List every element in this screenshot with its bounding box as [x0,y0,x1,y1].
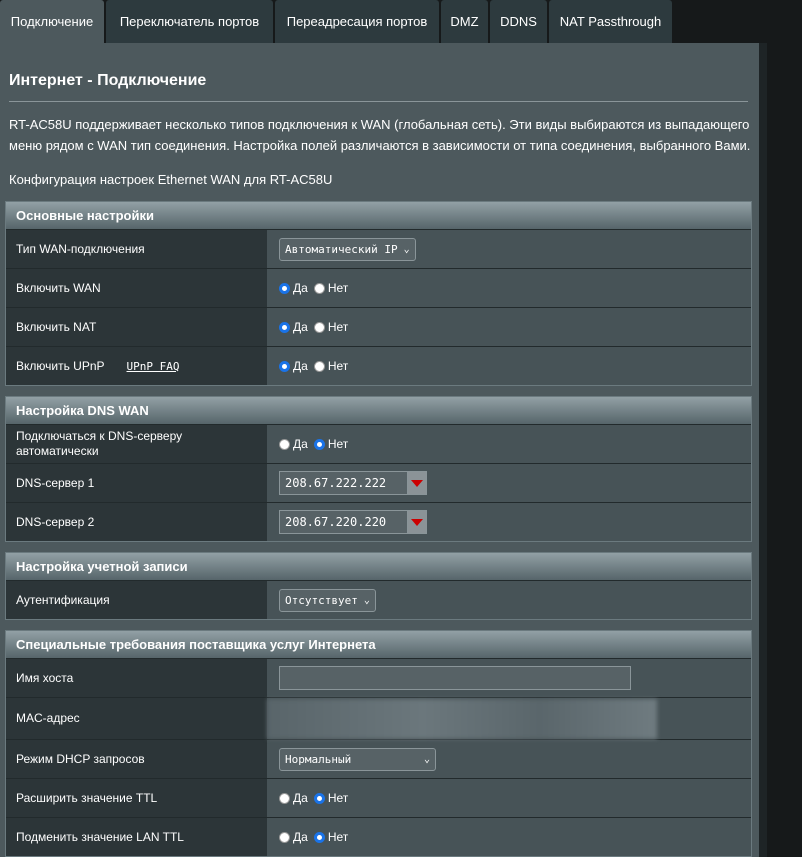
dns2-row: DNS-сервер 2 208.67.220.220 [6,502,751,541]
dns-auto-row: Подключаться к DNS-серверу автоматически… [6,424,751,463]
tab-port-switch[interactable]: Переключатель портов [106,0,273,43]
enable-nat-no[interactable]: Нет [313,320,348,334]
auth-value: Отсутствует [285,593,358,607]
dns-auto-no[interactable]: Нет [313,437,348,451]
dhcp-select[interactable]: Нормальный ⌄ [279,747,436,771]
dns-auto-yes[interactable]: Да [279,437,308,451]
dns-auto-label: Подключаться к DNS-серверу автоматически [6,425,267,463]
section-header: Основные настройки [6,202,751,229]
dns1-dropdown-button[interactable] [407,471,427,495]
ttl-yes[interactable]: Да [279,791,308,805]
wan-type-value: Автоматический IP [285,242,398,256]
auth-select[interactable]: Отсутствует ⌄ [279,588,376,612]
config-note: Конфигурация настроек Ethernet WAN для R… [9,172,333,187]
scroll-gutter [759,43,767,857]
dns1-label: DNS-сервер 1 [6,464,267,502]
lan-ttl-no[interactable]: Нет [313,830,348,844]
tab-port-forwarding[interactable]: Переадресация портов [275,0,439,43]
triangle-down-icon [411,518,423,526]
lan-ttl-label: Подменить значение LAN TTL [6,818,267,856]
section-header: Настройка учетной записи [6,553,751,580]
account-settings-section: Настройка учетной записи Аутентификация … [5,552,752,620]
dhcp-value: Нормальный [285,752,352,766]
enable-upnp-row: Включить UPnP UPnP FAQ Да Нет [6,346,751,385]
chevron-down-icon: ⌄ [423,753,430,765]
page-title: Интернет - Подключение [9,72,207,89]
dhcp-label: Режим DHCP запросов [6,740,267,778]
tab-dmz[interactable]: DMZ [441,0,488,43]
dns2-combo: 208.67.220.220 [279,510,427,534]
mac-label: MAC-адрес [6,698,267,739]
upnp-faq-link[interactable]: UPnP FAQ [127,359,180,374]
mac-address-blurred [267,698,657,739]
lan-ttl-row: Подменить значение LAN TTL Да Нет [6,817,751,856]
dns2-label: DNS-сервер 2 [6,503,267,541]
dns2-dropdown-button[interactable] [407,510,427,534]
tab-ddns[interactable]: DDNS [490,0,547,43]
hostname-row: Имя хоста [6,658,751,697]
enable-upnp-yes[interactable]: Да [279,359,308,373]
mac-row: MAC-адрес [6,697,751,739]
chevron-down-icon: ⌄ [363,594,370,606]
wan-type-select[interactable]: Автоматический IP ⌄ [279,237,416,261]
lan-ttl-yes[interactable]: Да [279,830,308,844]
enable-upnp-label: Включить UPnP UPnP FAQ [6,347,267,385]
enable-nat-yes[interactable]: Да [279,320,308,334]
wan-type-row: Тип WAN-подключения Автоматический IP ⌄ [6,229,751,268]
ttl-row: Расширить значение TTL Да Нет [6,778,751,817]
enable-wan-label: Включить WAN [6,269,267,307]
wan-type-label: Тип WAN-подключения [6,230,267,268]
hostname-label: Имя хоста [6,659,267,697]
isp-requirements-section: Специальные требования поставщика услуг … [5,630,752,857]
tab-connection[interactable]: Подключение [0,0,104,43]
hostname-input[interactable] [279,666,631,690]
dns1-row: DNS-сервер 1 208.67.222.222 [6,463,751,502]
enable-wan-no[interactable]: Нет [313,281,348,295]
dns2-input[interactable]: 208.67.220.220 [279,510,407,534]
dns-settings-section: Настройка DNS WAN Подключаться к DNS-сер… [5,396,752,542]
page-description: RT-AC58U поддерживает несколько типов по… [9,117,751,153]
triangle-down-icon [411,479,423,487]
section-header: Настройка DNS WAN [6,397,751,424]
enable-wan-row: Включить WAN Да Нет [6,268,751,307]
dns1-combo: 208.67.222.222 [279,471,427,495]
chevron-down-icon: ⌄ [403,243,410,255]
enable-nat-row: Включить NAT Да Нет [6,307,751,346]
basic-settings-section: Основные настройки Тип WAN-подключения А… [5,201,752,386]
enable-upnp-no[interactable]: Нет [313,359,348,373]
auth-label: Аутентификация [6,581,267,619]
auth-row: Аутентификация Отсутствует ⌄ [6,580,751,619]
section-header: Специальные требования поставщика услуг … [6,631,751,658]
ttl-no[interactable]: Нет [313,791,348,805]
title-divider [9,101,748,102]
tab-bar: Подключение Переключатель портов Переадр… [0,0,802,44]
content-panel: Интернет - Подключение RT-AC58U поддержи… [0,43,759,857]
enable-nat-label: Включить NAT [6,308,267,346]
dns1-input[interactable]: 208.67.222.222 [279,471,407,495]
ttl-label: Расширить значение TTL [6,779,267,817]
dhcp-row: Режим DHCP запросов Нормальный ⌄ [6,739,751,778]
tab-nat-passthrough[interactable]: NAT Passthrough [549,0,672,43]
enable-wan-yes[interactable]: Да [279,281,308,295]
